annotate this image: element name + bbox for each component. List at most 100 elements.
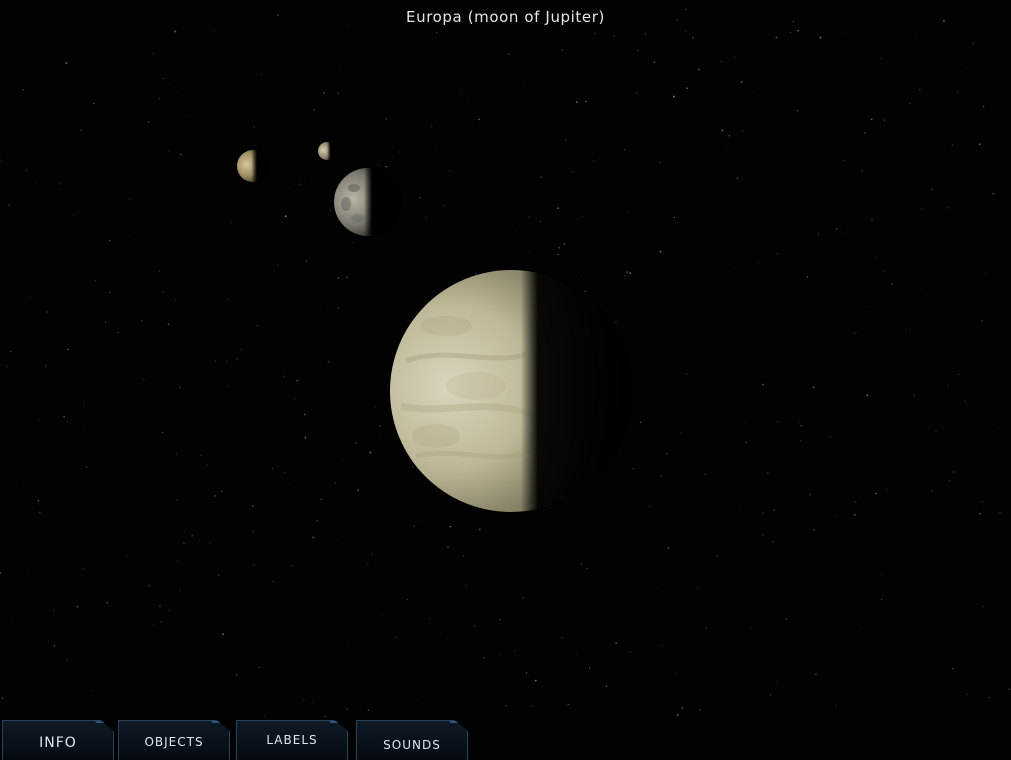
star bbox=[104, 321, 107, 324]
star bbox=[264, 715, 265, 716]
star bbox=[951, 143, 954, 146]
star bbox=[148, 585, 150, 587]
star bbox=[854, 514, 856, 516]
star bbox=[883, 270, 885, 272]
star bbox=[312, 702, 314, 704]
star bbox=[866, 394, 869, 397]
star bbox=[499, 535, 501, 537]
star bbox=[863, 131, 866, 134]
star bbox=[772, 541, 774, 543]
star bbox=[294, 398, 295, 400]
star bbox=[44, 364, 47, 366]
star bbox=[829, 435, 831, 438]
star bbox=[568, 142, 570, 144]
star bbox=[26, 169, 28, 171]
star bbox=[108, 291, 111, 294]
star bbox=[236, 674, 238, 676]
space-viewport[interactable]: Europa (moon of Jupiter) INFO OBJECTS LA… bbox=[0, 0, 1011, 760]
star bbox=[613, 35, 615, 38]
tab-info[interactable]: INFO bbox=[2, 720, 114, 760]
star bbox=[504, 679, 506, 681]
star bbox=[835, 227, 838, 230]
star bbox=[200, 454, 202, 457]
star bbox=[563, 243, 566, 246]
star bbox=[817, 188, 819, 190]
star bbox=[334, 482, 336, 484]
star bbox=[557, 254, 559, 256]
star bbox=[258, 666, 260, 668]
star bbox=[581, 216, 583, 218]
star bbox=[367, 709, 370, 711]
star bbox=[462, 555, 464, 557]
tab-labels-label: LABELS bbox=[266, 733, 318, 747]
star bbox=[567, 703, 569, 706]
star bbox=[82, 567, 84, 570]
star bbox=[725, 148, 728, 150]
tab-labels[interactable]: LABELS bbox=[236, 720, 348, 760]
star bbox=[284, 215, 287, 218]
tab-sounds[interactable]: SOUNDS bbox=[356, 720, 468, 760]
europa-moon[interactable] bbox=[386, 266, 636, 516]
star bbox=[0, 159, 2, 161]
star bbox=[584, 100, 587, 103]
star bbox=[659, 250, 662, 253]
star bbox=[251, 505, 254, 507]
star bbox=[167, 238, 169, 240]
star bbox=[982, 606, 984, 608]
star bbox=[303, 698, 305, 700]
star bbox=[291, 565, 293, 567]
star bbox=[528, 216, 531, 219]
star bbox=[395, 636, 397, 639]
star bbox=[815, 673, 817, 675]
star bbox=[162, 78, 165, 80]
star bbox=[697, 68, 700, 71]
star bbox=[95, 279, 97, 281]
star bbox=[699, 709, 701, 711]
star bbox=[865, 307, 867, 308]
moon-ganymede[interactable] bbox=[332, 166, 404, 238]
star bbox=[673, 216, 676, 219]
star bbox=[637, 49, 639, 52]
star bbox=[207, 464, 209, 465]
star bbox=[37, 419, 40, 422]
star bbox=[733, 56, 736, 58]
star bbox=[161, 431, 164, 434]
star bbox=[38, 511, 41, 514]
star bbox=[22, 89, 24, 91]
star bbox=[740, 81, 743, 83]
star bbox=[6, 365, 9, 368]
tab-objects[interactable]: OBJECTS bbox=[118, 720, 230, 760]
star bbox=[93, 102, 95, 104]
star bbox=[108, 239, 111, 242]
star bbox=[277, 264, 279, 266]
star bbox=[981, 501, 983, 503]
star bbox=[775, 681, 777, 683]
star bbox=[580, 563, 582, 565]
star bbox=[525, 671, 528, 674]
star bbox=[540, 176, 542, 178]
distant-moon-small[interactable] bbox=[316, 140, 330, 162]
star bbox=[289, 189, 290, 190]
star bbox=[785, 617, 788, 620]
star bbox=[649, 505, 651, 508]
star bbox=[174, 299, 177, 301]
distant-moon-left[interactable] bbox=[236, 148, 270, 184]
star bbox=[183, 542, 185, 544]
star bbox=[355, 442, 357, 444]
tab-sounds-label: SOUNDS bbox=[383, 738, 441, 752]
star bbox=[575, 101, 578, 104]
star bbox=[346, 644, 348, 646]
star bbox=[102, 717, 104, 719]
star bbox=[962, 71, 963, 72]
star bbox=[213, 30, 215, 32]
star bbox=[799, 440, 801, 441]
star bbox=[835, 704, 837, 707]
star bbox=[481, 573, 483, 575]
star bbox=[914, 37, 916, 39]
star bbox=[85, 466, 88, 468]
star bbox=[425, 216, 428, 219]
star bbox=[558, 246, 561, 249]
star bbox=[191, 534, 194, 537]
star bbox=[209, 543, 212, 545]
star bbox=[762, 534, 764, 536]
